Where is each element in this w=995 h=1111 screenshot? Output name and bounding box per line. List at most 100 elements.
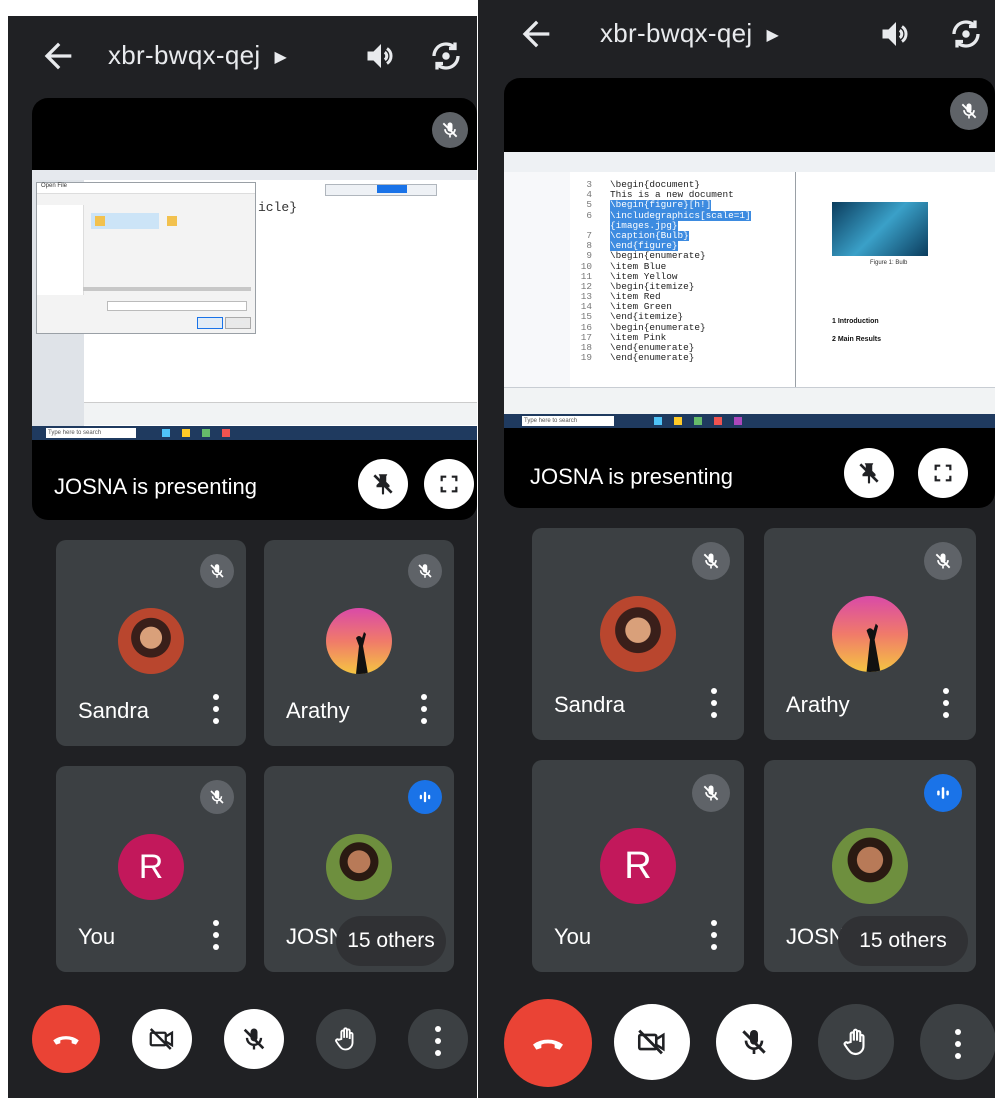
meet-screen-right: xbr-bwqx-qej ▶ 3 \begin{document} 4 This is … <box>478 0 995 1098</box>
more-vert-icon[interactable] <box>710 920 718 950</box>
back-arrow-icon[interactable] <box>38 36 78 76</box>
mic-off-icon <box>200 780 234 814</box>
participant-tile-josna[interactable]: JOSNA 15 others <box>764 760 976 972</box>
camera-switch-icon[interactable] <box>948 16 984 52</box>
avatar <box>326 608 392 674</box>
more-vert-icon[interactable] <box>212 920 220 950</box>
code-line: 10 \item Blue <box>570 261 795 272</box>
back-arrow-icon[interactable] <box>516 14 556 54</box>
presenting-label: JOSNA is presenting <box>54 474 257 499</box>
code-line: 9 \begin{enumerate} <box>570 251 795 261</box>
mic-toggle-button[interactable] <box>716 1004 792 1080</box>
speaker-icon[interactable] <box>363 38 399 74</box>
code-line: 13 \item Red <box>570 291 795 302</box>
participant-tile-arathy[interactable]: Arathy <box>264 540 454 746</box>
code-line-number: 9 <box>586 250 592 262</box>
code-line-number: 6 <box>586 209 592 221</box>
participant-name: Arathy <box>786 692 850 717</box>
raise-hand-button[interactable] <box>316 1009 376 1069</box>
others-chip[interactable]: 15 others <box>336 916 446 966</box>
mic-off-icon <box>742 1030 766 1054</box>
end-call-icon <box>533 1039 563 1050</box>
participant-name: Sandra <box>554 692 625 717</box>
presentation-panel[interactable]: 3 \begin{document} 4 This is a new document… <box>504 78 995 508</box>
mic-off-icon <box>692 774 730 812</box>
dialog-title: Open File <box>37 183 255 194</box>
taskbar-search: Type here to search <box>522 416 614 426</box>
mic-toggle-button[interactable] <box>224 1009 284 1069</box>
chevron-right-icon: ▶ <box>766 27 780 45</box>
speaking-icon <box>924 774 962 812</box>
end-call-icon <box>53 1036 79 1045</box>
code-line-text: \end{enumerate} <box>610 352 695 364</box>
preview-section-2: 2 Main Results <box>832 336 882 343</box>
meeting-code-text: xbr-bwqx-qej <box>108 40 261 70</box>
camera-toggle-button[interactable] <box>614 1004 690 1080</box>
mic-off-icon <box>924 542 962 580</box>
figure-caption: Figure 1: Bulb <box>870 260 908 266</box>
more-vert-icon[interactable] <box>212 694 220 724</box>
meeting-code-text: xbr-bwqx-qej <box>600 18 753 48</box>
unpin-button[interactable] <box>844 448 894 498</box>
participant-tile-sandra[interactable]: Sandra <box>56 540 246 746</box>
windows-taskbar: Type here to search <box>32 426 477 440</box>
preview-section-1: 1 Introduction <box>832 318 879 325</box>
file-dialog: Open File Open Cancel <box>36 182 256 334</box>
camera-switch-icon[interactable] <box>428 38 464 74</box>
fullscreen-button[interactable] <box>424 459 474 509</box>
camera-off-icon <box>149 1028 174 1050</box>
raise-hand-icon <box>843 1028 865 1056</box>
meeting-code[interactable]: xbr-bwqx-qej ▶ <box>108 40 287 71</box>
fullscreen-button[interactable] <box>918 448 968 498</box>
unpin-icon <box>859 463 879 484</box>
code-line-number: 19 <box>580 352 592 364</box>
participant-name: Arathy <box>286 698 350 723</box>
more-vert-icon[interactable] <box>710 688 718 718</box>
camera-toggle-button[interactable] <box>132 1009 192 1069</box>
participant-name: Sandra <box>78 698 149 723</box>
more-options-button[interactable] <box>408 1009 468 1069</box>
code-line: 16 \begin{enumerate} <box>570 322 795 333</box>
participant-tile-you[interactable]: R You <box>532 760 744 972</box>
top-bar: xbr-bwqx-qej ▶ <box>478 0 995 80</box>
participant-tile-you[interactable]: R You <box>56 766 246 972</box>
more-vert-icon <box>954 1025 962 1059</box>
participant-name: You <box>78 924 116 949</box>
mic-off-icon <box>200 554 234 588</box>
code-line: 19 \end{enumerate} <box>570 352 795 364</box>
shared-screen-right: 3 \begin{document} 4 This is a new document… <box>504 152 995 428</box>
code-line: 12 \begin{itemize} <box>570 281 795 292</box>
others-chip[interactable]: 15 others <box>838 916 968 966</box>
unpin-button[interactable] <box>358 459 408 509</box>
mic-off-icon <box>692 542 730 580</box>
meet-screen-left: xbr-bwqx-qej ▶ icle} Open File Open Canc… <box>8 16 477 1098</box>
end-call-button[interactable] <box>32 1005 100 1073</box>
dialog-open-button: Open <box>197 317 223 329</box>
top-bar: xbr-bwqx-qej ▶ <box>8 16 477 96</box>
presentation-panel[interactable]: icle} Open File Open Cancel Type here to… <box>32 98 477 520</box>
code-snippet: icle} <box>258 200 298 215</box>
mic-off-icon <box>243 1028 265 1050</box>
participant-tile-sandra[interactable]: Sandra <box>532 528 744 740</box>
end-call-button[interactable] <box>504 999 592 1087</box>
more-vert-icon[interactable] <box>942 688 950 718</box>
meeting-code[interactable]: xbr-bwqx-qej ▶ <box>600 18 779 49</box>
speaker-icon[interactable] <box>878 16 914 52</box>
participant-tile-arathy[interactable]: Arathy <box>764 528 976 740</box>
participant-tile-josna[interactable]: JOSNA 15 others <box>264 766 454 972</box>
camera-off-icon <box>637 1029 665 1055</box>
fullscreen-icon <box>440 475 458 493</box>
more-vert-icon <box>434 1022 442 1056</box>
avatar <box>832 828 908 904</box>
code-line: 7 \caption{Bulb} <box>570 230 795 242</box>
more-vert-icon[interactable] <box>420 694 428 724</box>
avatar <box>832 596 908 672</box>
taskbar-search: Type here to search <box>46 428 136 438</box>
avatar-initial: R <box>600 828 676 904</box>
raise-hand-button[interactable] <box>818 1004 894 1080</box>
unpin-icon <box>373 474 393 495</box>
more-options-button[interactable] <box>920 1004 995 1080</box>
pdf-preview: Figure 1: Bulb 1 Introduction 2 Main Res… <box>796 172 995 388</box>
mic-off-icon <box>950 92 988 130</box>
raise-hand-icon <box>335 1027 354 1051</box>
